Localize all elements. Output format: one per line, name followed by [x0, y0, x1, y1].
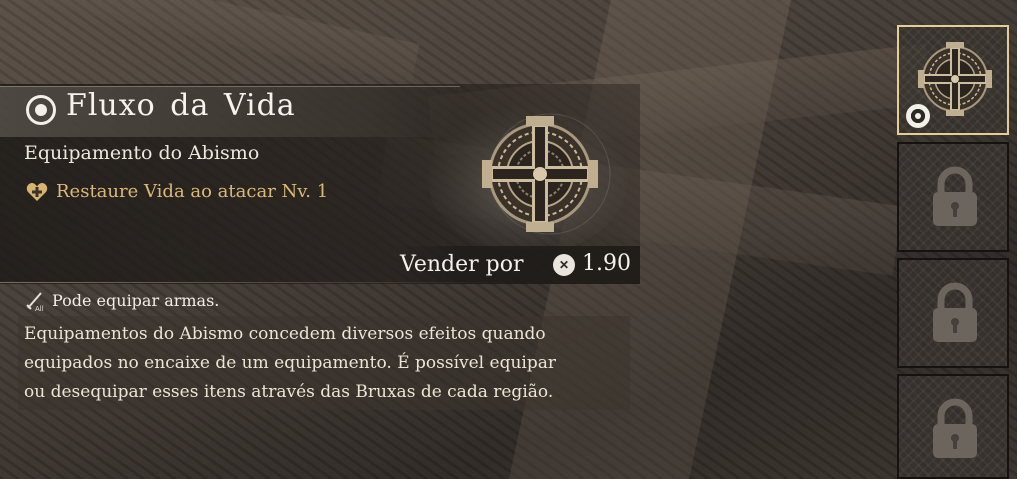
heart-plus-icon: [26, 182, 48, 202]
description-line: ou desequipar esses itens através das Br…: [24, 382, 554, 402]
item-type: Equipamento do Abismo: [24, 142, 260, 164]
item-name: Fluxo da Vida: [66, 88, 296, 123]
sell-value: 1.90: [582, 251, 631, 276]
item-effect: Restaure Vida ao atacar Nv. 1: [56, 181, 329, 202]
lock-icon: [933, 398, 977, 458]
divider: [0, 282, 520, 283]
equip-slot-4[interactable]: [897, 374, 1009, 479]
lock-icon: [933, 166, 977, 226]
sword-icon: All: [24, 290, 46, 313]
equip-slot-2[interactable]: [897, 142, 1009, 252]
abyss-circle-icon: [906, 104, 930, 128]
svg-text:All: All: [35, 305, 44, 312]
description-line: equipados no encaixe de um equipamento. …: [24, 353, 556, 373]
equip-slot-3[interactable]: [897, 258, 1009, 368]
equip-note: Pode equipar armas.: [52, 291, 220, 310]
description-line: Equipamentos do Abismo concedem diversos…: [24, 324, 546, 344]
abyss-gear-icon: [428, 84, 638, 254]
item-description: Equipamentos do Abismo concedem diversos…: [24, 320, 624, 407]
lock-icon: [933, 282, 977, 342]
sell-label: Vender por: [400, 252, 524, 277]
coin-icon: ✕: [553, 254, 575, 276]
abyss-circle-icon: [26, 95, 56, 125]
